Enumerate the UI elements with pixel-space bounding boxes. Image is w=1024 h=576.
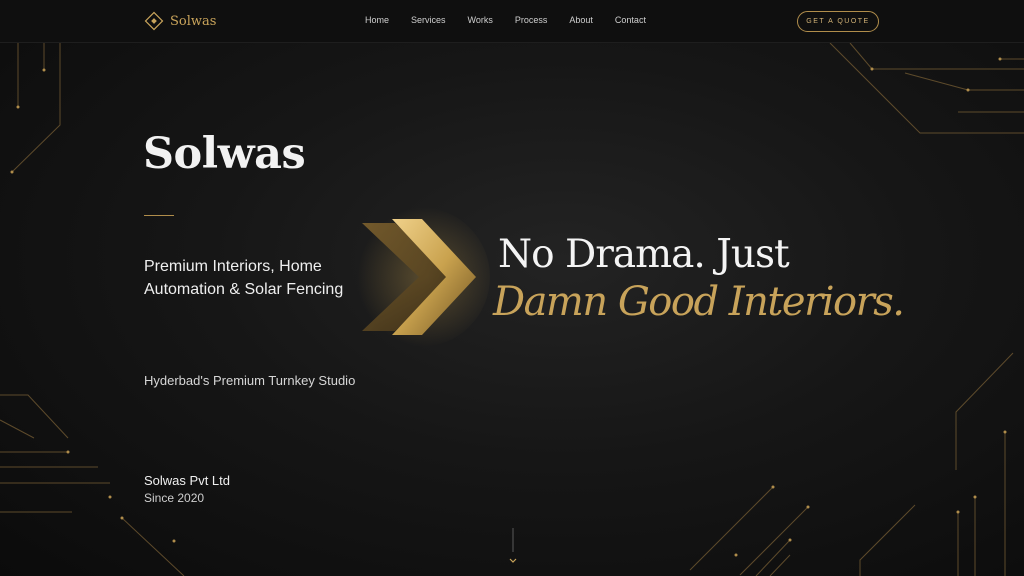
nav-links: Home Services Works Process About Contac… (354, 15, 657, 25)
hero-title: Solwas (143, 129, 306, 179)
diamond-logo-icon (144, 11, 164, 31)
brand-logo[interactable]: Solwas (144, 11, 216, 31)
hero-tagline: Hyderbad's Premium Turnkey Studio (144, 373, 356, 388)
double-chevron-right-icon (350, 207, 490, 347)
nav-link-home[interactable]: Home (365, 15, 389, 25)
top-navigation: Solwas Home Services Works Process About… (0, 0, 1024, 43)
headline-line-2: Damn Good Interiors. (493, 279, 905, 325)
nav-link-process[interactable]: Process (515, 15, 548, 25)
brand-name: Solwas (170, 13, 217, 29)
get-quote-button[interactable]: GET A QUOTE (797, 11, 879, 32)
nav-link-services[interactable]: Services (411, 15, 446, 25)
nav-link-works[interactable]: Works (468, 15, 493, 25)
nav-link-contact[interactable]: Contact (615, 15, 646, 25)
chevron-down-icon[interactable] (505, 528, 521, 568)
gold-divider (144, 215, 174, 216)
since-year: Since 2020 (144, 491, 205, 505)
nav-link-about[interactable]: About (569, 15, 593, 25)
company-name: Solwas Pvt Ltd (144, 473, 230, 488)
headline-line-1: No Drama. Just (498, 232, 790, 277)
